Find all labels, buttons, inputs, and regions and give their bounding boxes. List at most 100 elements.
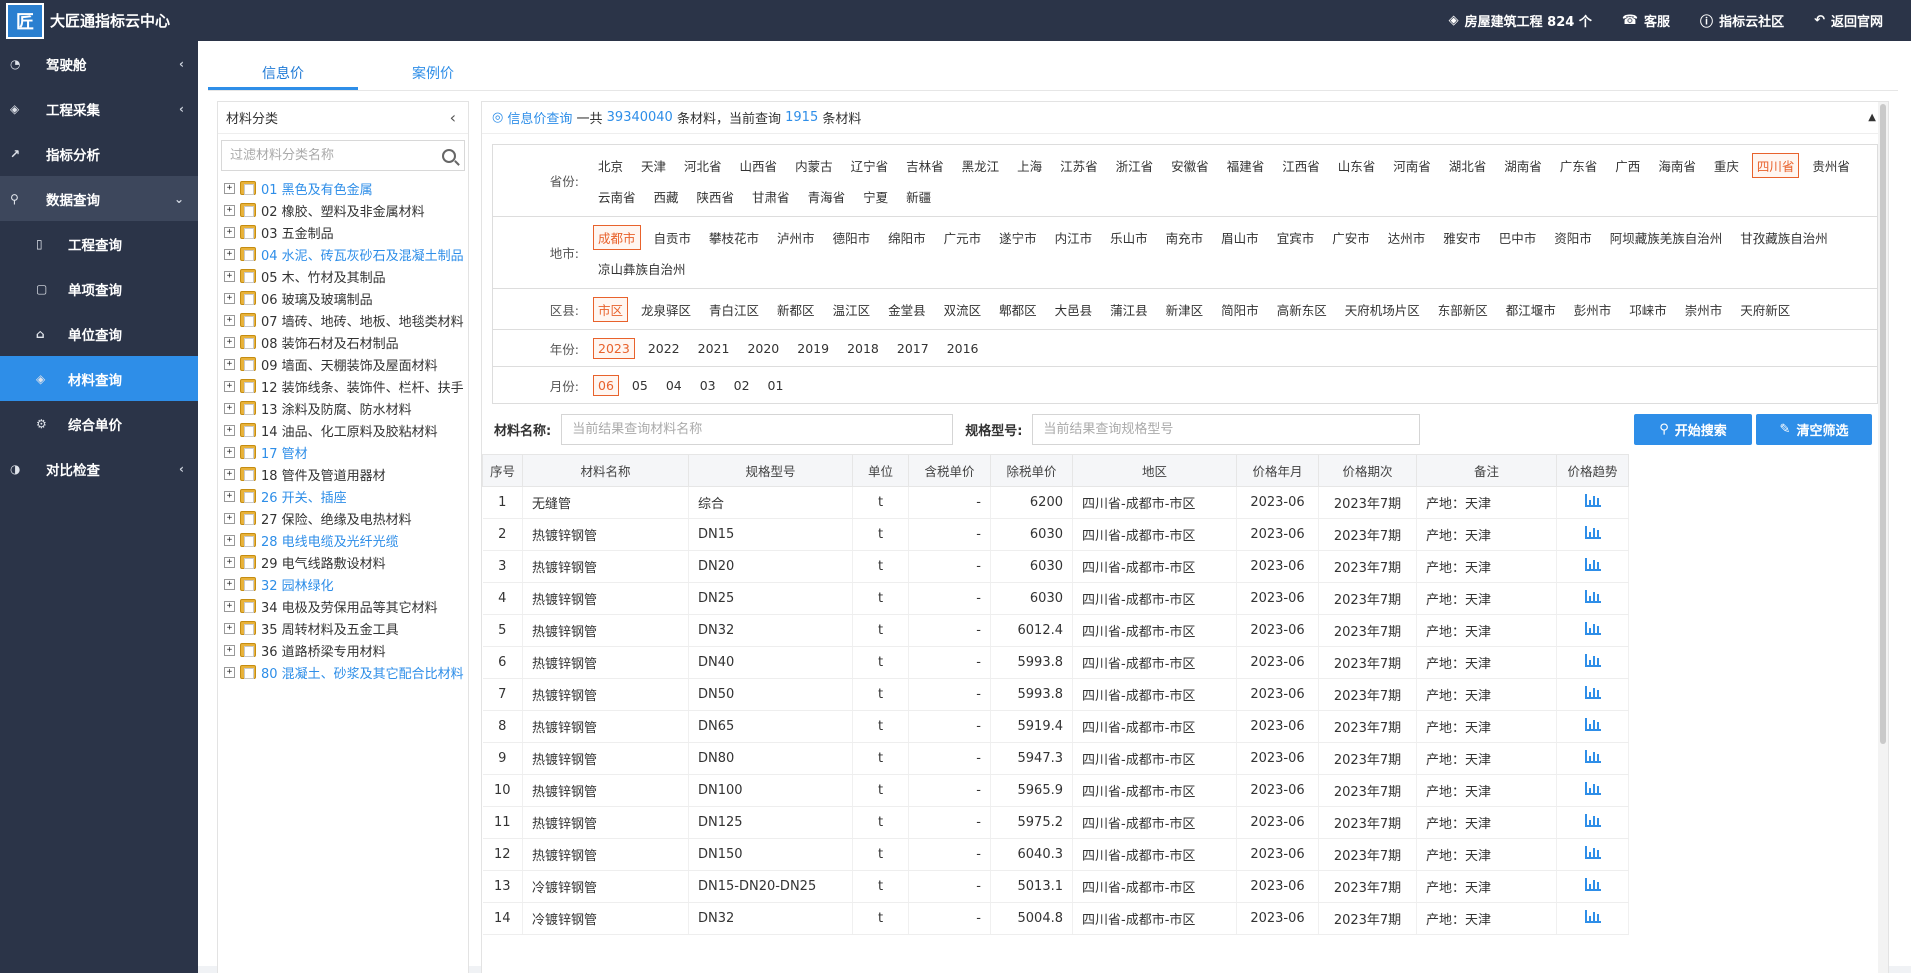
filter-option[interactable]: 广西: [1610, 153, 1645, 178]
bar-chart-icon[interactable]: [1584, 814, 1601, 827]
filter-option[interactable]: 双流区: [939, 297, 987, 322]
expand-plus-icon[interactable]: +: [224, 292, 235, 304]
tree-item[interactable]: +27 保险、绝缘及电热材料: [224, 507, 468, 529]
bar-chart-icon[interactable]: [1584, 878, 1601, 891]
filter-option[interactable]: 郫都区: [994, 297, 1042, 322]
sidebar-item-cockpit[interactable]: ◔ 驾驶舱 ‹: [0, 41, 198, 86]
filter-option[interactable]: 简阳市: [1216, 297, 1264, 322]
filter-option[interactable]: 都江堰市: [1501, 297, 1561, 322]
filter-option[interactable]: 甘孜藏族自治州: [1735, 225, 1833, 250]
bar-chart-icon[interactable]: [1584, 494, 1601, 507]
filter-option[interactable]: 2017: [892, 338, 934, 359]
expand-plus-icon[interactable]: +: [224, 270, 235, 282]
filter-option[interactable]: 安徽省: [1166, 153, 1214, 178]
filter-option[interactable]: 天府机场片区: [1340, 297, 1425, 322]
filter-option[interactable]: 福建省: [1222, 153, 1270, 178]
tree-item[interactable]: +06 玻璃及玻璃制品: [224, 287, 468, 309]
filter-option[interactable]: 自贡市: [649, 225, 697, 250]
clear-filter-button[interactable]: ✎ 清空筛选: [1756, 414, 1872, 445]
filter-option[interactable]: 上海: [1012, 153, 1047, 178]
logo[interactable]: 匠 大匠通指标云中心: [0, 0, 170, 41]
filter-option[interactable]: 2022: [643, 338, 685, 359]
expand-plus-icon[interactable]: +: [224, 622, 235, 634]
expand-plus-icon[interactable]: +: [224, 468, 235, 480]
expand-plus-icon[interactable]: +: [224, 226, 235, 238]
filter-option[interactable]: 广安市: [1327, 225, 1375, 250]
table-row[interactable]: 6 热镀锌钢管 DN40 t -5993.8 四川省-成都市-市区 2023-06 2023年…: [482, 646, 1629, 679]
column-header[interactable]: 规格型号: [688, 454, 853, 487]
bar-chart-icon[interactable]: [1584, 782, 1601, 795]
filter-option[interactable]: 2020: [742, 338, 784, 359]
filter-option[interactable]: 东部新区: [1433, 297, 1493, 322]
return-homepage-link[interactable]: ↶ 返回官网: [1814, 11, 1883, 30]
expand-plus-icon[interactable]: +: [224, 600, 235, 612]
filter-option[interactable]: 阿坝藏族羌族自治州: [1605, 225, 1728, 250]
table-row[interactable]: 1 无缝管 综合 t -6200 四川省-成都市-市区 2023-06 2023年7期 产地：天…: [482, 486, 1629, 519]
expand-plus-icon[interactable]: +: [224, 336, 235, 348]
customer-service-link[interactable]: ☎ 客服: [1622, 11, 1670, 30]
filter-option[interactable]: 2016: [942, 338, 984, 359]
filter-option[interactable]: 陕西省: [692, 184, 740, 209]
tree-item[interactable]: +07 墙砖、地砖、地板、地毯类材料: [224, 309, 468, 331]
table-row[interactable]: 10 热镀锌钢管 DN100 t -5965.9 四川省-成都市-市区 2023-06 202…: [482, 774, 1629, 807]
filter-option[interactable]: 青白江区: [704, 297, 764, 322]
tree-item[interactable]: +34 电极及劳保用品等其它材料: [224, 595, 468, 617]
filter-option[interactable]: 龙泉驿区: [636, 297, 696, 322]
sidebar-item-material-query[interactable]: ◈ 材料查询: [0, 356, 198, 401]
project-count-link[interactable]: ◈ 房屋建筑工程 824 个: [1449, 11, 1592, 30]
chevron-left-icon[interactable]: ‹: [450, 108, 456, 127]
tree-item[interactable]: +03 五金制品: [224, 221, 468, 243]
filter-option[interactable]: 新津区: [1161, 297, 1209, 322]
filter-option[interactable]: 江西省: [1277, 153, 1325, 178]
tree-item[interactable]: +80 混凝土、砂浆及其它配合比材料: [224, 661, 468, 683]
sidebar-item-compare[interactable]: ◑ 对比检查 ‹: [0, 446, 198, 491]
expand-plus-icon[interactable]: +: [224, 424, 235, 436]
expand-plus-icon[interactable]: +: [224, 204, 235, 216]
expand-plus-icon[interactable]: +: [224, 380, 235, 392]
filter-option[interactable]: 05: [627, 375, 653, 396]
filter-option[interactable]: 内江市: [1050, 225, 1098, 250]
expand-plus-icon[interactable]: +: [224, 644, 235, 656]
column-header[interactable]: 地区: [1072, 454, 1237, 487]
sidebar-item-data-query[interactable]: ⚲ 数据查询 ⌄: [0, 176, 198, 221]
filter-option[interactable]: 宜宾市: [1272, 225, 1320, 250]
table-row[interactable]: 4 热镀锌钢管 DN25 t -6030 四川省-成都市-市区 2023-06 2023年7期…: [482, 582, 1629, 615]
filter-option[interactable]: 02: [729, 375, 755, 396]
filter-option[interactable]: 北京: [593, 153, 628, 178]
search-icon[interactable]: [442, 148, 456, 163]
filter-option[interactable]: 天府新区: [1735, 297, 1795, 322]
expand-plus-icon[interactable]: +: [224, 578, 235, 590]
column-header[interactable]: 价格趋势: [1556, 454, 1629, 487]
filter-option[interactable]: 江苏省: [1055, 153, 1103, 178]
expand-plus-icon[interactable]: +: [224, 358, 235, 370]
filter-option[interactable]: 眉山市: [1216, 225, 1264, 250]
filter-option[interactable]: 绵阳市: [883, 225, 931, 250]
filter-option[interactable]: 德阳市: [828, 225, 876, 250]
tree-item[interactable]: +13 涂料及防腐、防水材料: [224, 397, 468, 419]
filter-option[interactable]: 2023: [593, 338, 635, 359]
filter-option[interactable]: 甘肃省: [747, 184, 795, 209]
sidebar-item-item-query[interactable]: ▢ 单项查询: [0, 266, 198, 311]
filter-option[interactable]: 山东省: [1333, 153, 1381, 178]
filter-option[interactable]: 四川省: [1751, 153, 1800, 178]
filter-option[interactable]: 南充市: [1161, 225, 1209, 250]
filter-option[interactable]: 天津: [636, 153, 671, 178]
sidebar-item-unit-query[interactable]: ⌂ 单位查询: [0, 311, 198, 356]
sidebar-item-collection[interactable]: ◈ 工程采集 ‹: [0, 86, 198, 131]
table-row[interactable]: 7 热镀锌钢管 DN50 t -5993.8 四川省-成都市-市区 2023-06 2023年…: [482, 678, 1629, 711]
column-header[interactable]: 价格年月: [1236, 454, 1319, 487]
filter-option[interactable]: 大邑县: [1050, 297, 1098, 322]
expand-plus-icon[interactable]: +: [224, 314, 235, 326]
bar-chart-icon[interactable]: [1584, 654, 1601, 667]
tree-item[interactable]: +36 道路桥梁专用材料: [224, 639, 468, 661]
expand-plus-icon[interactable]: +: [224, 666, 235, 678]
table-row[interactable]: 11 热镀锌钢管 DN125 t -5975.2 四川省-成都市-市区 2023-06 202…: [482, 806, 1629, 839]
filter-option[interactable]: 河南省: [1388, 153, 1436, 178]
filter-option[interactable]: 广元市: [939, 225, 987, 250]
tab-info-price[interactable]: 信息价: [208, 55, 358, 91]
tree-item[interactable]: +12 装饰线条、装饰件、栏杆、扶手: [224, 375, 468, 397]
filter-option[interactable]: 内蒙古: [790, 153, 838, 178]
vertical-scrollbar[interactable]: [1878, 102, 1888, 973]
tree-item[interactable]: +26 开关、插座: [224, 485, 468, 507]
bar-chart-icon[interactable]: [1584, 846, 1601, 859]
